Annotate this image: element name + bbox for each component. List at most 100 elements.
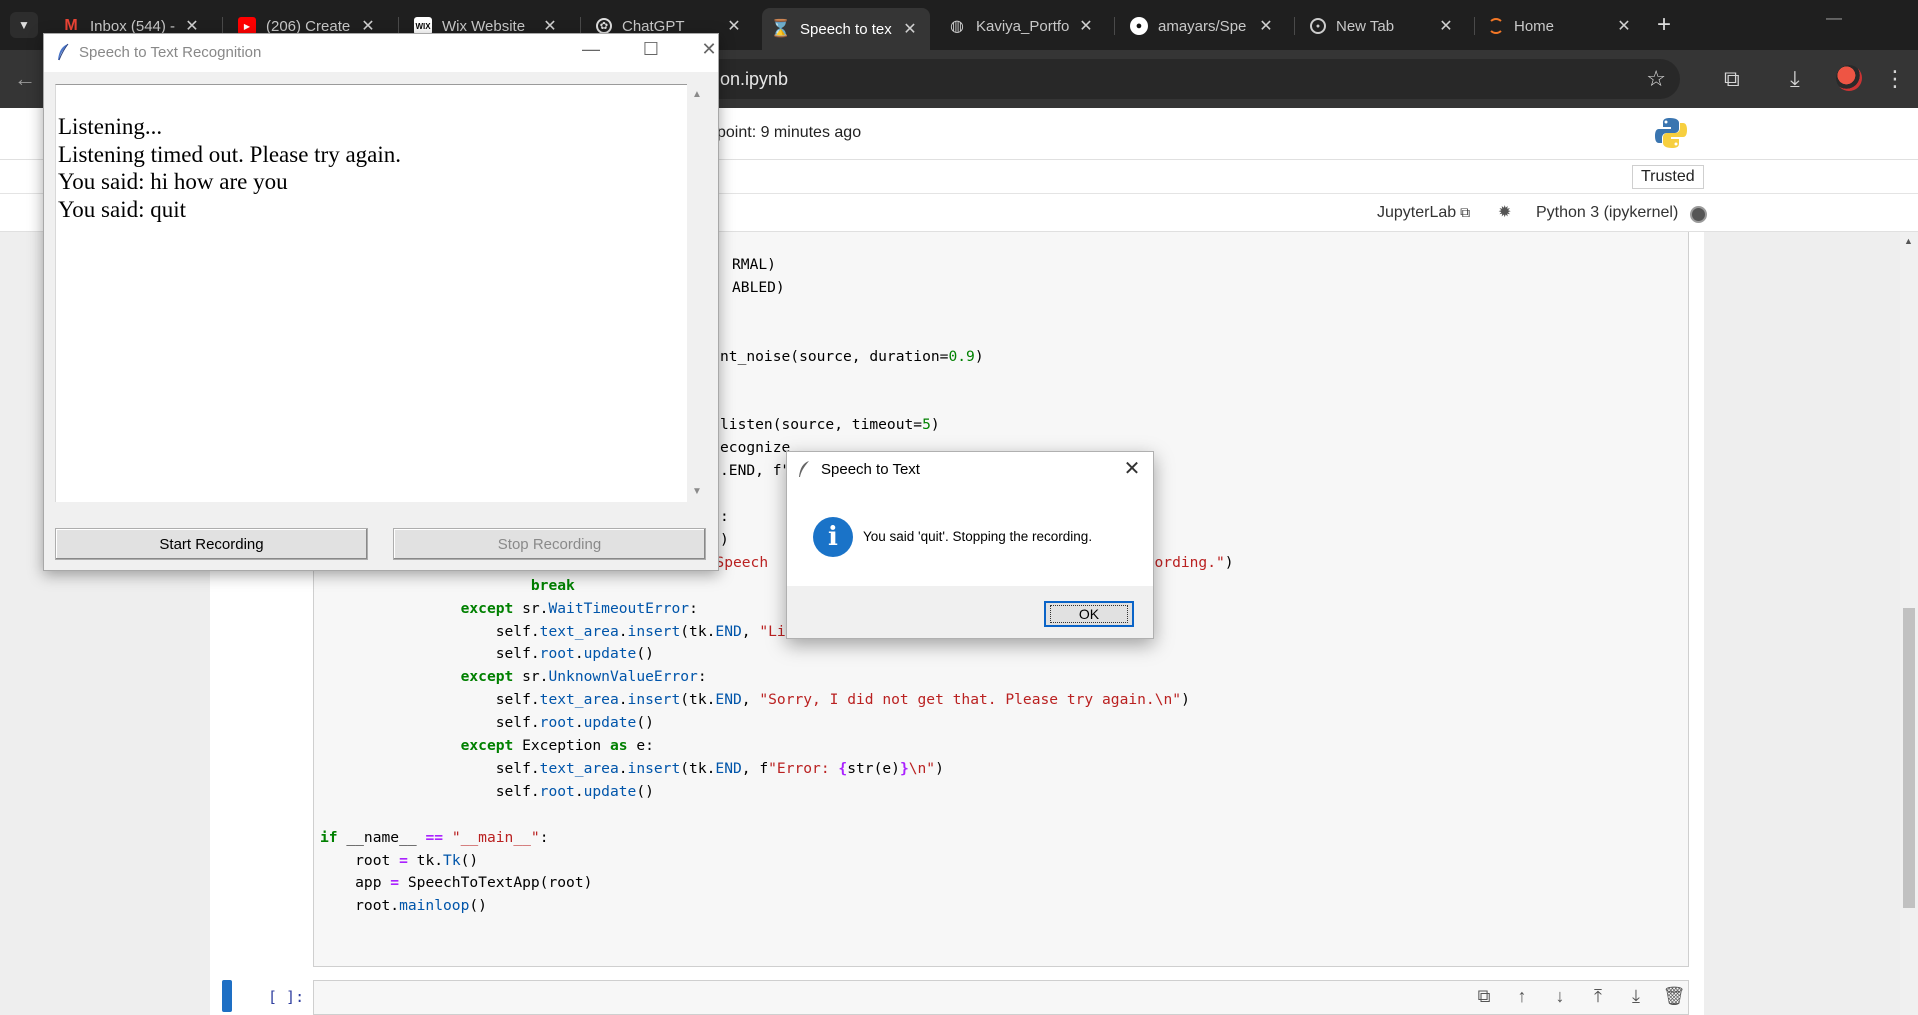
extensions-puzzle-icon[interactable]: ⧉ (1724, 66, 1740, 92)
notebook-scrollbar[interactable]: ▲ (1900, 232, 1918, 1015)
jupyterlab-link[interactable]: JupyterLab ⧉ (1377, 204, 1470, 222)
messagebox-title: Speech to Text (821, 461, 920, 478)
window-titlebar[interactable]: Speech to Text Recognition — ☐ ✕ (44, 34, 718, 72)
tab-title: ChatGPT (622, 17, 685, 35)
minimize-window-icon[interactable]: — (1814, 10, 1854, 28)
code-line: except sr.UnknownValueError: (460, 668, 707, 686)
profile-avatar[interactable] (1836, 65, 1862, 91)
code-line: root = tk.Tk() (320, 851, 479, 869)
tab-portfolio[interactable]: ◍ Kaviya_Portfo ✕ (938, 8, 1106, 44)
transcript-scrollbar[interactable]: ▲ ▼ (687, 84, 707, 502)
move-up-icon[interactable]: ↑ (1510, 986, 1534, 1007)
start-recording-button[interactable]: Start Recording (55, 528, 368, 560)
duplicate-cell-icon[interactable]: ⧉ (1472, 986, 1496, 1007)
close-icon[interactable]: ✕ (686, 39, 732, 67)
kernel-name[interactable]: Python 3 (ipykernel) (1536, 204, 1678, 222)
insert-below-icon[interactable]: ⤓ (1624, 986, 1648, 1007)
speech-to-text-window: Speech to Text Recognition — ☐ ✕ Listeni… (43, 33, 719, 571)
tab-home[interactable]: Home ✕ (1478, 8, 1644, 44)
code-line: self.root.update() (320, 645, 654, 663)
code-line: except sr.WaitTimeoutError: (460, 599, 698, 617)
hourglass-icon: ⌛ (770, 19, 792, 38)
jupyter-icon (1488, 18, 1504, 34)
trusted-badge[interactable]: Trusted (1632, 165, 1704, 189)
tab-speech-to-text[interactable]: ⌛ Speech to tex ✕ (762, 8, 930, 50)
tab-separator (1474, 17, 1475, 35)
code-line: self.root.update() (320, 782, 654, 800)
tab-search-chevron-icon[interactable]: ▼ (10, 12, 38, 38)
tab-title: Kaviya_Portfo (976, 17, 1070, 35)
minimize-icon[interactable]: — (568, 39, 614, 67)
debugger-bug-icon[interactable]: ✹ (1498, 202, 1511, 222)
scrollbar-thumb[interactable] (1903, 608, 1915, 908)
code-line: self.text_area.insert(tk.END, f"Error: {… (320, 759, 944, 777)
globe-icon: ◍ (950, 18, 964, 35)
code-line: if __name__ == "__main__": (320, 828, 549, 846)
move-down-icon[interactable]: ↓ (1548, 986, 1572, 1007)
external-link-icon: ⧉ (1460, 204, 1471, 220)
messagebox-titlebar[interactable]: Speech to Text ✕ (787, 452, 1153, 488)
transcript-line: You said: quit (58, 196, 187, 222)
code-line: self.text_area.insert(tk.END, "Sorry, I … (320, 691, 1190, 709)
close-tab-icon[interactable]: ✕ (1256, 16, 1276, 36)
maximize-icon[interactable]: ☐ (628, 39, 674, 67)
active-cell-indicator (222, 980, 232, 1012)
kernel-status-icon (1690, 206, 1707, 223)
close-tab-icon[interactable]: ✕ (1436, 16, 1456, 36)
new-tab-plus-icon[interactable]: + (1650, 12, 1678, 40)
back-arrow-icon[interactable]: ← (14, 66, 36, 92)
tab-new-tab[interactable]: ● New Tab ✕ (1300, 8, 1466, 44)
close-tab-icon[interactable]: ✕ (724, 16, 744, 36)
download-icon[interactable]: ⤓ (1790, 66, 1800, 92)
info-messagebox: Speech to Text ✕ i You said 'quit'. Stop… (786, 451, 1154, 639)
bookmark-star-icon[interactable]: ☆ (1646, 66, 1666, 92)
jupyterlab-label: JupyterLab (1377, 204, 1457, 221)
messagebox-body: i You said 'quit'. Stopping the recordin… (787, 488, 1153, 586)
transcript-line: You said: hi how are you (58, 169, 288, 194)
code-line: root.mainloop() (320, 897, 487, 915)
tab-title: (206) Create (266, 17, 351, 35)
code-line: break (530, 576, 575, 594)
python-logo-icon (1655, 118, 1687, 148)
stop-recording-button[interactable]: Stop Recording (393, 528, 706, 560)
tk-feather-icon (799, 461, 809, 477)
tab-title: New Tab (1336, 17, 1395, 35)
code-line: self.root.update() (320, 714, 654, 732)
info-icon: i (813, 517, 853, 557)
scroll-up-arrow-icon[interactable]: ▲ (692, 89, 702, 100)
scroll-up-arrow-icon[interactable]: ▲ (1904, 236, 1913, 246)
checkpoint-status: point: 9 minutes ago (717, 124, 862, 141)
cell-toolbar: ⧉ ↑ ↓ ⤒ ⤓ 🗑 (1472, 986, 1686, 1007)
tab-separator (1294, 17, 1295, 35)
ok-label: OK (1049, 605, 1129, 623)
code-line: except Exception as e: (460, 737, 654, 755)
tab-github[interactable]: ● amayars/Spe ✕ (1120, 8, 1286, 44)
tab-title: Speech to tex (800, 20, 892, 38)
transcript-text-area[interactable]: Listening... Listening timed out. Please… (55, 84, 687, 502)
close-tab-icon[interactable]: ✕ (900, 19, 920, 39)
transcript-line: Listening timed out. Please try again. (58, 141, 402, 167)
close-tab-icon[interactable]: ✕ (1614, 16, 1634, 36)
transcript-line: Listening... (58, 114, 163, 139)
ok-button[interactable]: OK (1044, 601, 1134, 627)
insert-above-icon[interactable]: ⤒ (1586, 986, 1610, 1007)
tab-separator (1114, 17, 1115, 35)
github-icon: ● (1130, 17, 1148, 35)
tab-title: Home (1514, 17, 1555, 35)
window-title: Speech to Text Recognition (79, 44, 262, 61)
delete-cell-icon[interactable]: 🗑 (1662, 986, 1686, 1007)
address-url: on.ipynb (720, 69, 789, 89)
code-line: app = SpeechToTextApp(root) (320, 874, 593, 892)
close-tab-icon[interactable]: ✕ (1076, 16, 1096, 36)
cell-prompt: [ ]: (268, 988, 305, 1006)
tab-title: amayars/Spe (1158, 17, 1247, 35)
chrome-icon: ● (1310, 18, 1326, 34)
scroll-down-arrow-icon[interactable]: ▼ (692, 486, 702, 497)
tab-title: Inbox (544) - (90, 17, 176, 35)
more-menu-icon[interactable]: ⋮ (1884, 66, 1906, 92)
chatgpt-icon: ✿ (596, 18, 612, 34)
tk-feather-icon (58, 43, 69, 61)
close-icon[interactable]: ✕ (1119, 456, 1145, 481)
tab-title: Wix Website (442, 17, 526, 35)
messagebox-message: You said 'quit'. Stopping the recording. (863, 529, 1093, 544)
